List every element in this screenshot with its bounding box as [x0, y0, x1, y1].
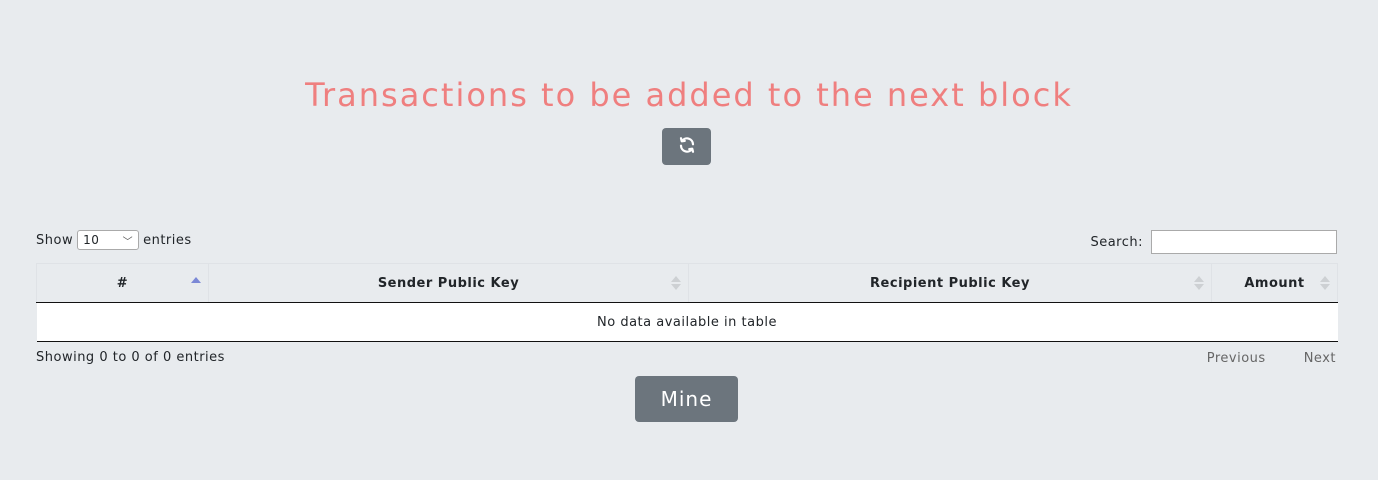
column-header-label: Recipient Public Key [870, 275, 1030, 291]
column-header-index[interactable]: # [36, 263, 209, 303]
refresh-icon [678, 136, 696, 157]
sort-icon [1320, 276, 1330, 290]
show-label: Show [36, 232, 74, 248]
column-header-sender[interactable]: Sender Public Key [208, 263, 689, 303]
table-info: Showing 0 to 0 of 0 entries [36, 350, 225, 365]
column-header-amount[interactable]: Amount [1211, 263, 1338, 303]
table-header-row: # Sender Public Key Recipient Public Key… [36, 263, 1338, 303]
table-row: No data available in table [36, 302, 1338, 342]
sort-ascending-icon [191, 277, 201, 283]
page-title: Transactions to be added to the next blo… [305, 76, 1073, 114]
mine-button[interactable]: Mine [635, 376, 738, 422]
entries-length-select[interactable]: 10 ﹀ [77, 230, 140, 250]
next-button[interactable]: Next [1304, 351, 1336, 366]
entries-length-value: 10 [83, 233, 100, 247]
search-control: Search: [1090, 230, 1337, 254]
entries-label: entries [143, 232, 192, 248]
chevron-down-icon: ﹀ [122, 236, 134, 248]
sort-icon [671, 276, 681, 290]
refresh-button[interactable] [662, 128, 711, 165]
column-header-recipient[interactable]: Recipient Public Key [688, 263, 1212, 303]
pagination: Previous Next [1207, 351, 1336, 366]
column-header-label: # [116, 275, 129, 291]
search-input[interactable] [1151, 230, 1337, 254]
empty-table-message: No data available in table [36, 302, 1338, 342]
column-header-label: Sender Public Key [377, 275, 520, 291]
previous-button[interactable]: Previous [1207, 351, 1266, 366]
entries-length-control: Show 10 ﹀ entries [36, 230, 192, 250]
transactions-table: # Sender Public Key Recipient Public Key… [36, 263, 1338, 342]
search-label: Search: [1090, 234, 1143, 250]
page: Transactions to be added to the next blo… [0, 0, 1378, 480]
sort-icon [1194, 276, 1204, 290]
column-header-label: Amount [1244, 275, 1305, 291]
